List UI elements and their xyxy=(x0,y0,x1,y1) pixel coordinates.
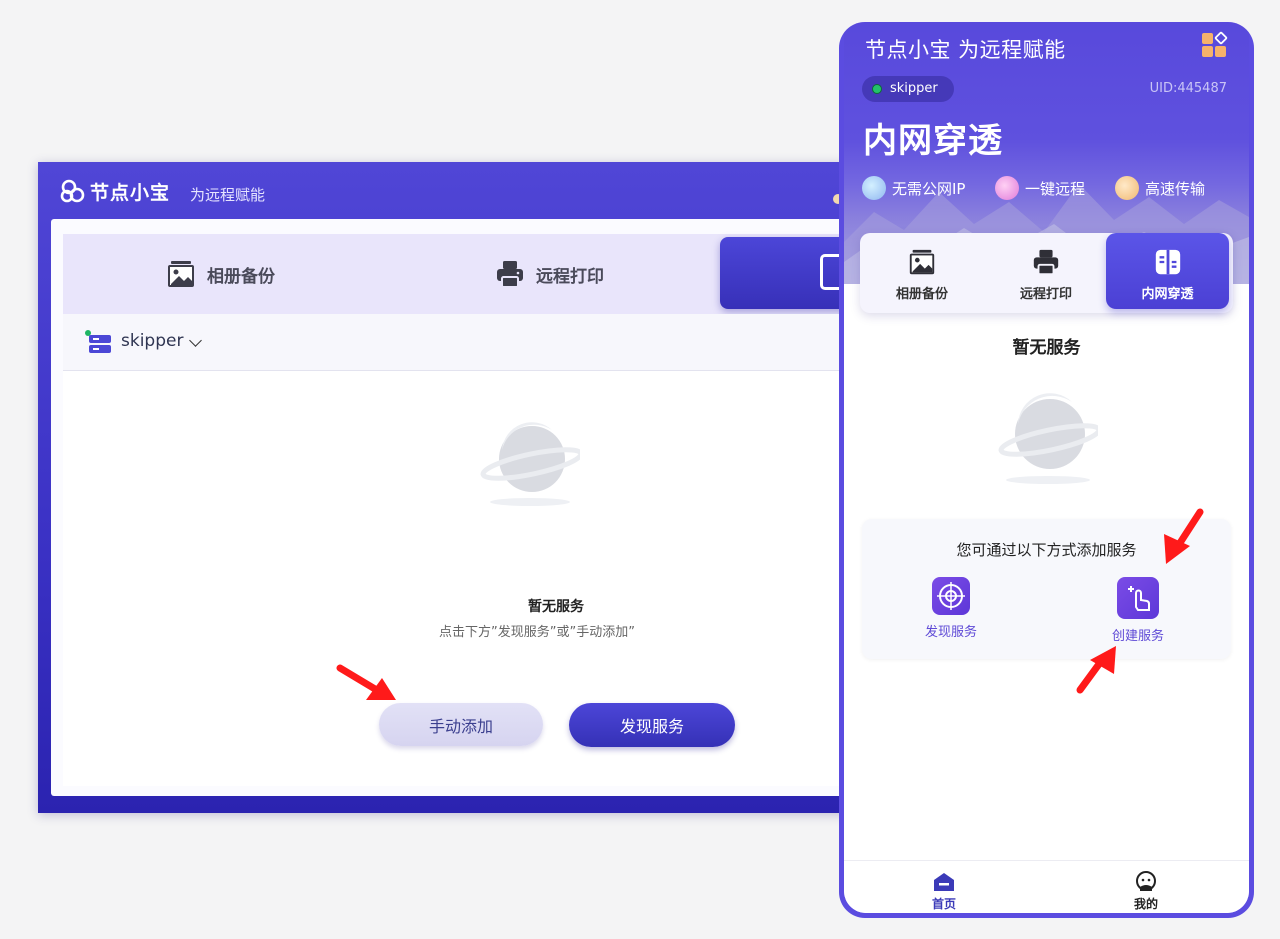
home-icon xyxy=(934,873,954,891)
empty-title: 暂无服务 xyxy=(528,599,584,615)
tab-label: 相册备份 xyxy=(207,266,275,287)
phone-tab-intranet[interactable]: 内网穿透 xyxy=(1106,233,1229,309)
user-uid: UID:445487 xyxy=(1149,81,1227,96)
globe-icon xyxy=(862,176,886,200)
radar-icon xyxy=(932,577,970,615)
discover-service-button[interactable]: 发现服务 xyxy=(569,703,735,747)
printer-icon xyxy=(1033,249,1059,276)
phone-device-pill[interactable]: skipper xyxy=(862,76,954,102)
annotation-arrow-icon xyxy=(336,664,396,700)
phone-screen: 节点小宝 为远程赋能 skipper UID:445487 内网穿透 无需公网I… xyxy=(844,22,1249,913)
user-face-icon xyxy=(1136,871,1156,891)
phone-service-tabs: 相册备份 远程打印 内网穿透 xyxy=(860,233,1233,313)
online-status-dot xyxy=(872,84,882,94)
phone-tab-remote-print[interactable]: 远程打印 xyxy=(984,233,1108,313)
nav-label: 我的 xyxy=(1133,897,1158,911)
logo-icon xyxy=(60,179,85,203)
create-service-option[interactable]: 创建服务 xyxy=(1098,577,1178,644)
tab-label: 远程打印 xyxy=(536,266,604,287)
annotation-arrow-icon xyxy=(1164,508,1204,564)
chevron-down-icon[interactable] xyxy=(189,334,202,347)
feature-label: 一键远程 xyxy=(1025,179,1086,198)
service-tabs: 相册备份 远程打印 xyxy=(63,234,870,314)
bottom-navigation: 首页 我的 xyxy=(844,860,1249,913)
empty-hint: 点击下方”发现服务”或”手动添加” xyxy=(439,625,635,640)
transfer-icon xyxy=(1115,176,1139,200)
server-icon xyxy=(85,330,111,353)
phone-device-name: skipper xyxy=(890,81,938,96)
nav-home[interactable]: 首页 xyxy=(904,871,984,912)
nav-label: 首页 xyxy=(931,897,956,911)
intranet-icon xyxy=(1155,249,1180,275)
manual-add-button[interactable]: 手动添加 xyxy=(379,703,543,746)
tap-hand-icon xyxy=(1117,577,1159,619)
monitor-icon xyxy=(995,176,1019,200)
empty-planet-icon xyxy=(998,393,1098,484)
phone-app-title: 节点小宝 为远程赋能 xyxy=(865,38,1066,62)
nav-mine[interactable]: 我的 xyxy=(1106,871,1186,912)
feature-label: 无需公网IP xyxy=(892,179,966,198)
feature-high-speed-transfer: 高速传输 xyxy=(1115,176,1205,200)
discover-service-option[interactable]: 发现服务 xyxy=(911,577,991,640)
photo-album-icon xyxy=(909,249,935,275)
device-selector[interactable]: skipper xyxy=(63,314,858,371)
feature-no-public-ip: 无需公网IP xyxy=(862,176,965,200)
phone-tab-photo-backup[interactable]: 相册备份 xyxy=(860,233,984,313)
printer-icon xyxy=(497,261,523,288)
discover-service-label: 发现服务 xyxy=(924,625,977,640)
device-name: skipper xyxy=(121,331,184,351)
tab-label: 相册备份 xyxy=(895,287,948,302)
tab-label: 内网穿透 xyxy=(1141,287,1194,302)
empty-planet-icon xyxy=(480,422,580,506)
feature-label: 高速传输 xyxy=(1145,179,1206,198)
desktop-window: 节点小宝 为远程赋能 相册备份 远程打印 skipper 暂无服务 点击下方”发… xyxy=(38,162,870,813)
app-brand: 节点小宝 xyxy=(90,182,171,204)
annotation-arrow-icon xyxy=(1076,646,1116,694)
feature-one-click-remote: 一键远程 xyxy=(995,176,1085,200)
create-service-label: 创建服务 xyxy=(1111,629,1164,644)
tab-photo-backup[interactable]: 相册备份 xyxy=(165,234,275,314)
tab-remote-print[interactable]: 远程打印 xyxy=(494,234,604,314)
phone-page-title: 内网穿透 xyxy=(863,121,1003,161)
phone-empty-title: 暂无服务 xyxy=(1012,338,1081,358)
photo-album-icon xyxy=(168,261,194,287)
tab-label: 远程打印 xyxy=(1019,287,1072,302)
phone-frame: 节点小宝 为远程赋能 skipper UID:445487 内网穿透 无需公网I… xyxy=(839,22,1254,918)
apps-grid-icon[interactable] xyxy=(1201,31,1229,59)
app-slogan: 为远程赋能 xyxy=(190,186,266,204)
